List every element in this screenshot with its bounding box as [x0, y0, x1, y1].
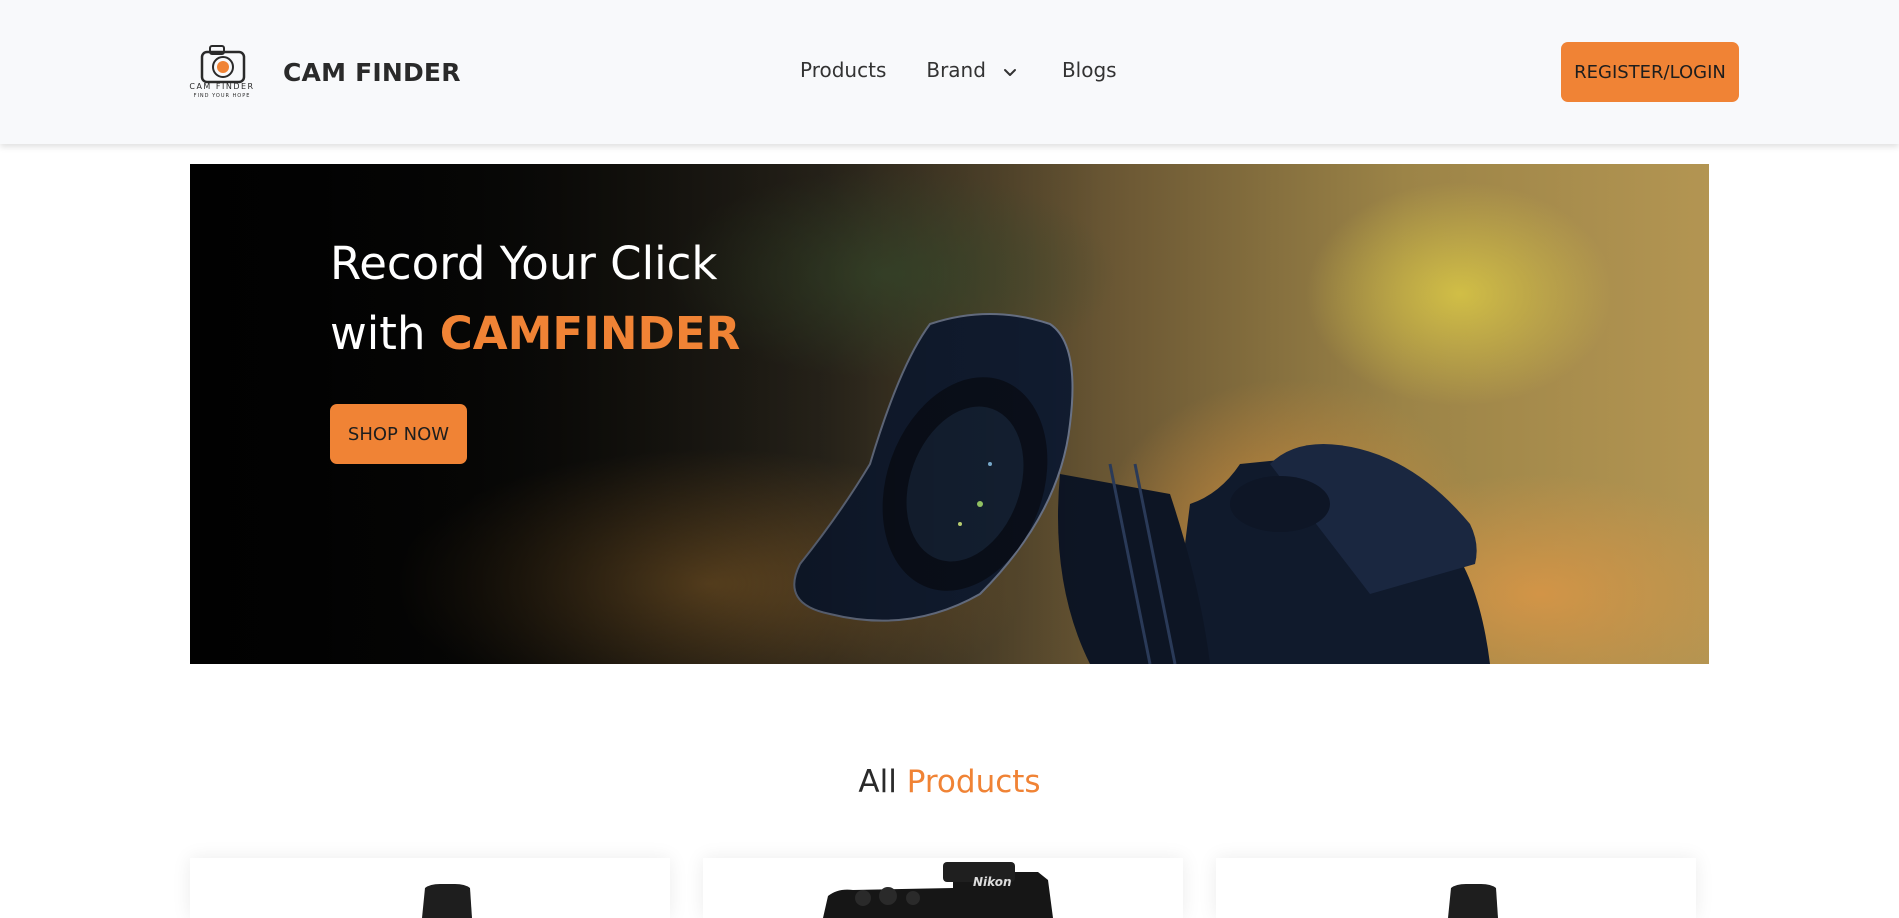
chevron-down-icon[interactable]	[1002, 62, 1018, 78]
camera-product-image	[1448, 884, 1498, 918]
hero-heading-line2: with CAMFINDER	[330, 299, 740, 369]
hero-heading-prefix: with	[330, 307, 440, 360]
brand-name[interactable]: CAM FINDER	[283, 58, 461, 87]
nav-link-brand[interactable]: Brand	[926, 58, 1018, 82]
product-card[interactable]	[190, 858, 670, 918]
hero-heading: Record Your Click with CAMFINDER	[330, 229, 740, 369]
register-login-button[interactable]: REGISTER/LOGIN	[1561, 42, 1739, 102]
hero-banner: Record Your Click with CAMFINDER SHOP NO…	[190, 164, 1709, 664]
hero-heading-accent: CAMFINDER	[439, 307, 741, 360]
logo-text: CAM FINDER	[189, 82, 254, 91]
main-nav: Products Brand Blogs	[800, 58, 1117, 82]
section-title-accent: Products	[906, 764, 1041, 800]
product-card[interactable]	[1216, 858, 1696, 918]
nikon-camera-product-image: Nikon	[823, 862, 1053, 918]
section-title-all-products: All Products	[0, 764, 1899, 800]
nav-link-brand-label: Brand	[926, 58, 986, 82]
navbar: CAM FINDER FIND YOUR HOPE CAM FINDER Pro…	[0, 0, 1899, 144]
logo-tagline: FIND YOUR HOPE	[194, 93, 251, 99]
nav-link-blogs[interactable]: Blogs	[1062, 58, 1117, 82]
shop-now-button[interactable]: SHOP NOW	[330, 404, 467, 464]
nav-link-products[interactable]: Products	[800, 58, 886, 82]
hero-heading-line1: Record Your Click	[330, 237, 718, 290]
section-title-prefix: All	[858, 764, 907, 800]
camera-logo-icon[interactable]: CAM FINDER FIND YOUR HOPE	[178, 42, 266, 102]
product-card[interactable]: Nikon	[703, 858, 1183, 918]
nikon-brand-mark: Nikon	[973, 875, 1012, 889]
brand[interactable]: CAM FINDER FIND YOUR HOPE CAM FINDER	[178, 42, 461, 102]
camera-product-image	[422, 884, 472, 918]
